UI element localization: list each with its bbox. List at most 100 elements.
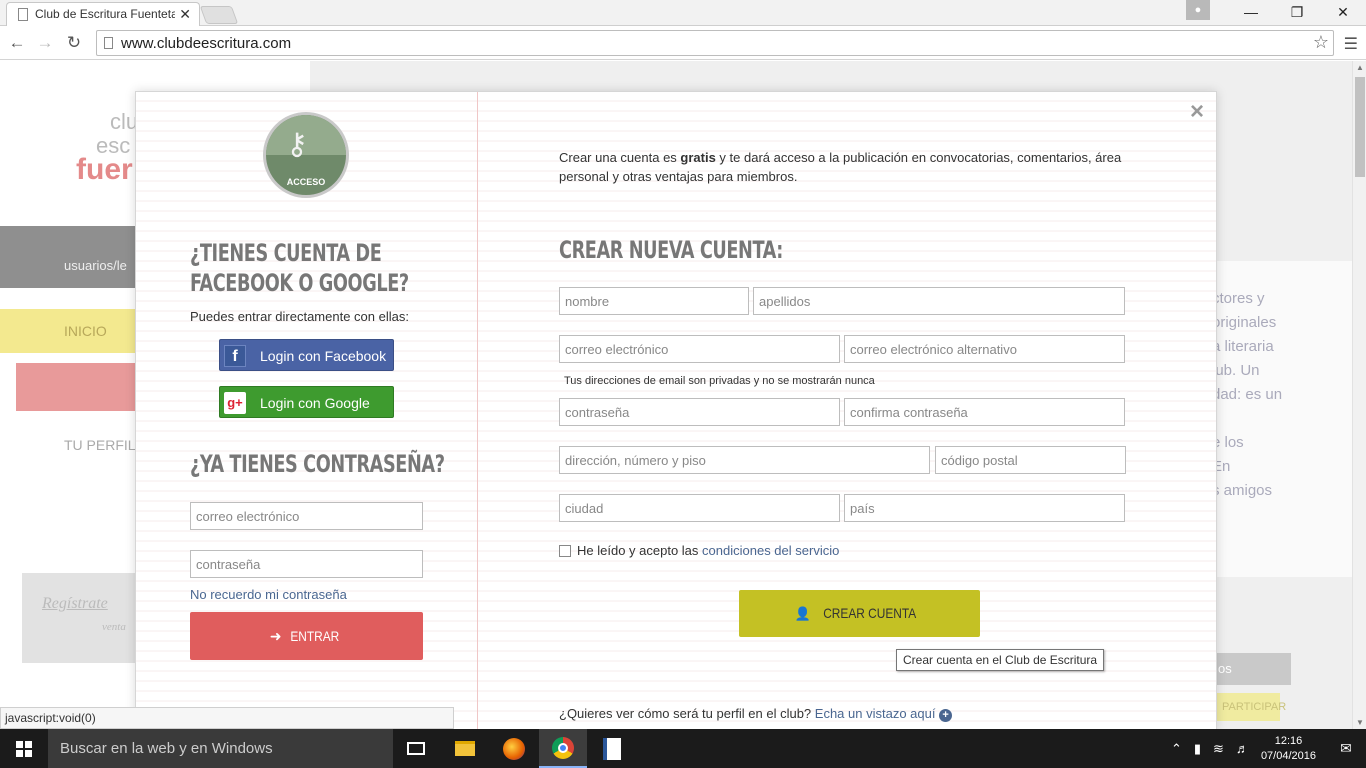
alt-email-input[interactable]: correo electrónico alternativo [844, 335, 1125, 363]
close-tab-icon[interactable]: ✕ [179, 6, 191, 23]
notifications-icon[interactable]: ✉ [1326, 729, 1366, 768]
terms-link[interactable]: condiciones del servicio [702, 543, 839, 558]
create-account-button[interactable]: 👤 CREAR CUENTA [739, 590, 980, 637]
word-button[interactable] [588, 729, 636, 768]
plus-circle-icon[interactable]: + [939, 709, 953, 722]
nombre-input[interactable]: nombre [559, 287, 749, 315]
task-view-icon [407, 742, 425, 755]
firefox-icon [503, 737, 525, 760]
close-window-button[interactable]: ✕ [1320, 0, 1366, 24]
start-button[interactable] [0, 729, 48, 768]
bg-register-text: Regístrate [42, 595, 108, 612]
user-icon: 👤 [794, 606, 812, 621]
bg-right-header: os [1216, 653, 1291, 685]
social-login-subtitle: Puedes entrar directamente con ellas: [190, 309, 409, 324]
acceso-badge: ⚷ ACCESO [263, 112, 349, 198]
profile-preview-row: ¿Quieres ver cómo será tu perfil en el c… [559, 706, 953, 722]
scroll-up-icon[interactable]: ▲ [1356, 63, 1364, 72]
browser-tab[interactable]: Club de Escritura Fuenteta ✕ [6, 2, 200, 26]
login-facebook-button[interactable]: f Login con Facebook [219, 339, 394, 371]
bg-nav-inicio: INICIO [0, 309, 140, 353]
url-text[interactable]: www.clubdeescritura.com [121, 35, 291, 52]
login-password-input[interactable]: contraseña [190, 550, 423, 578]
system-tray: ⌃ ▮ ≋ ♬ 12:16 07/04/2016 ✉ [1171, 729, 1366, 768]
email-privacy-note: Tus direcciones de email son privadas y … [564, 375, 875, 387]
country-input[interactable]: país [844, 494, 1125, 522]
profile-preview-link[interactable]: Echa un vistazo aquí [815, 706, 936, 721]
scroll-down-icon[interactable]: ▼ [1356, 718, 1364, 727]
city-input[interactable]: ciudad [559, 494, 840, 522]
tab-title: Club de Escritura Fuenteta [35, 7, 175, 21]
browser-toolbar: ← → ↻ www.clubdeescritura.com ☆ ☰ [0, 26, 1366, 60]
terms-row: He leído y acepto las condiciones del se… [559, 543, 839, 558]
create-account-heading: CREAR NUEVA CUENTA: [559, 236, 783, 264]
file-explorer-button[interactable] [441, 729, 489, 768]
bg-register-box: Regístrate venta [22, 573, 142, 663]
chrome-button[interactable] [539, 729, 587, 768]
status-bar: javascript:void(0) [0, 707, 454, 729]
bg-users-text: usuarios/le [64, 258, 127, 273]
entrar-button[interactable]: ➜ ENTRAR [190, 612, 423, 660]
google-icon: g+ [224, 392, 246, 414]
keys-icon: ⚷ [286, 128, 308, 161]
postal-code-input[interactable]: código postal [935, 446, 1126, 474]
password-input[interactable]: contraseña [559, 398, 840, 426]
scroll-thumb[interactable] [1355, 77, 1365, 177]
wifi-icon[interactable]: ≋ [1213, 741, 1224, 757]
new-tab-button[interactable] [199, 6, 239, 24]
close-modal-icon[interactable]: × [1190, 98, 1204, 126]
address-bar[interactable]: www.clubdeescritura.com ☆ [96, 30, 1334, 56]
chevron-up-icon[interactable]: ⌃ [1171, 741, 1182, 757]
taskbar-search[interactable]: Buscar en la web y en Windows [48, 729, 393, 768]
clock[interactable]: 12:16 07/04/2016 [1261, 734, 1316, 764]
page-info-icon[interactable] [104, 37, 113, 49]
bg-logo-text: fuer [76, 153, 133, 186]
windows-logo-icon [16, 740, 32, 757]
password-login-heading: ¿YA TIENES CONTRASEÑA? [190, 450, 445, 478]
firefox-button[interactable] [490, 729, 538, 768]
bg-logo-text: clu [110, 109, 139, 134]
facebook-icon: f [224, 345, 246, 367]
menu-icon[interactable]: ☰ [1344, 34, 1358, 54]
windows-taskbar: Buscar en la web y en Windows ⌃ ▮ ≋ ♬ 12… [0, 729, 1366, 768]
email-input[interactable]: correo electrónico [559, 335, 840, 363]
login-email-input[interactable]: correo electrónico [190, 502, 423, 530]
back-arrow-icon[interactable]: ← [5, 31, 29, 55]
address-input[interactable]: dirección, número y piso [559, 446, 930, 474]
signup-intro: Crear una cuenta es gratis y te dará acc… [559, 150, 1122, 184]
reload-icon[interactable]: ↻ [62, 31, 86, 55]
word-icon [603, 737, 621, 760]
battery-icon[interactable]: ▮ [1194, 741, 1201, 757]
create-account-tooltip: Crear cuenta en el Club de Escritura [896, 649, 1105, 671]
sign-in-icon: ➜ [269, 628, 282, 644]
apellidos-input[interactable]: apellidos [753, 287, 1125, 315]
login-modal: × ⚷ ACCESO ¿TIENES CUENTA DE FACEBOOK O … [135, 91, 1217, 731]
task-view-button[interactable] [392, 729, 440, 768]
login-google-button[interactable]: g+ Login con Google [219, 386, 394, 418]
bg-users-band [0, 226, 140, 288]
chrome-icon [552, 736, 574, 759]
acceso-label: ACCESO [286, 177, 326, 187]
bg-right-text: ctores y originales a literaria lub. Un … [1212, 290, 1283, 499]
bookmark-star-icon[interactable]: ☆ [1313, 32, 1329, 53]
terms-checkbox[interactable] [559, 545, 571, 557]
volume-icon[interactable]: ♬ [1236, 741, 1249, 756]
user-profile-icon[interactable]: ● [1186, 0, 1210, 20]
minimize-button[interactable]: — [1228, 0, 1274, 24]
bg-nav-perfil: TU PERFIL [64, 437, 136, 453]
confirm-password-input[interactable]: confirma contraseña [844, 398, 1125, 426]
window-controls: ● — ❐ ✕ [1186, 0, 1366, 26]
folder-icon [455, 741, 475, 756]
modal-divider [477, 92, 478, 730]
bg-nav-inicio-label: INICIO [64, 323, 107, 339]
tab-strip: Club de Escritura Fuenteta ✕ ● — ❐ ✕ [0, 0, 1366, 26]
forward-arrow-icon[interactable]: → [33, 31, 57, 55]
forgot-password-link[interactable]: No recuerdo mi contraseña [190, 587, 347, 602]
bg-participar-button: PARTICIPAR [1216, 693, 1286, 721]
social-login-heading: ¿TIENES CUENTA DE FACEBOOK O GOOGLE? [190, 239, 409, 297]
page-icon [18, 8, 28, 21]
bg-red-block [16, 363, 140, 411]
page-scrollbar[interactable]: ▲ ▼ [1352, 61, 1366, 729]
restore-button[interactable]: ❐ [1274, 0, 1320, 24]
bg-register-sub: venta [102, 621, 126, 633]
